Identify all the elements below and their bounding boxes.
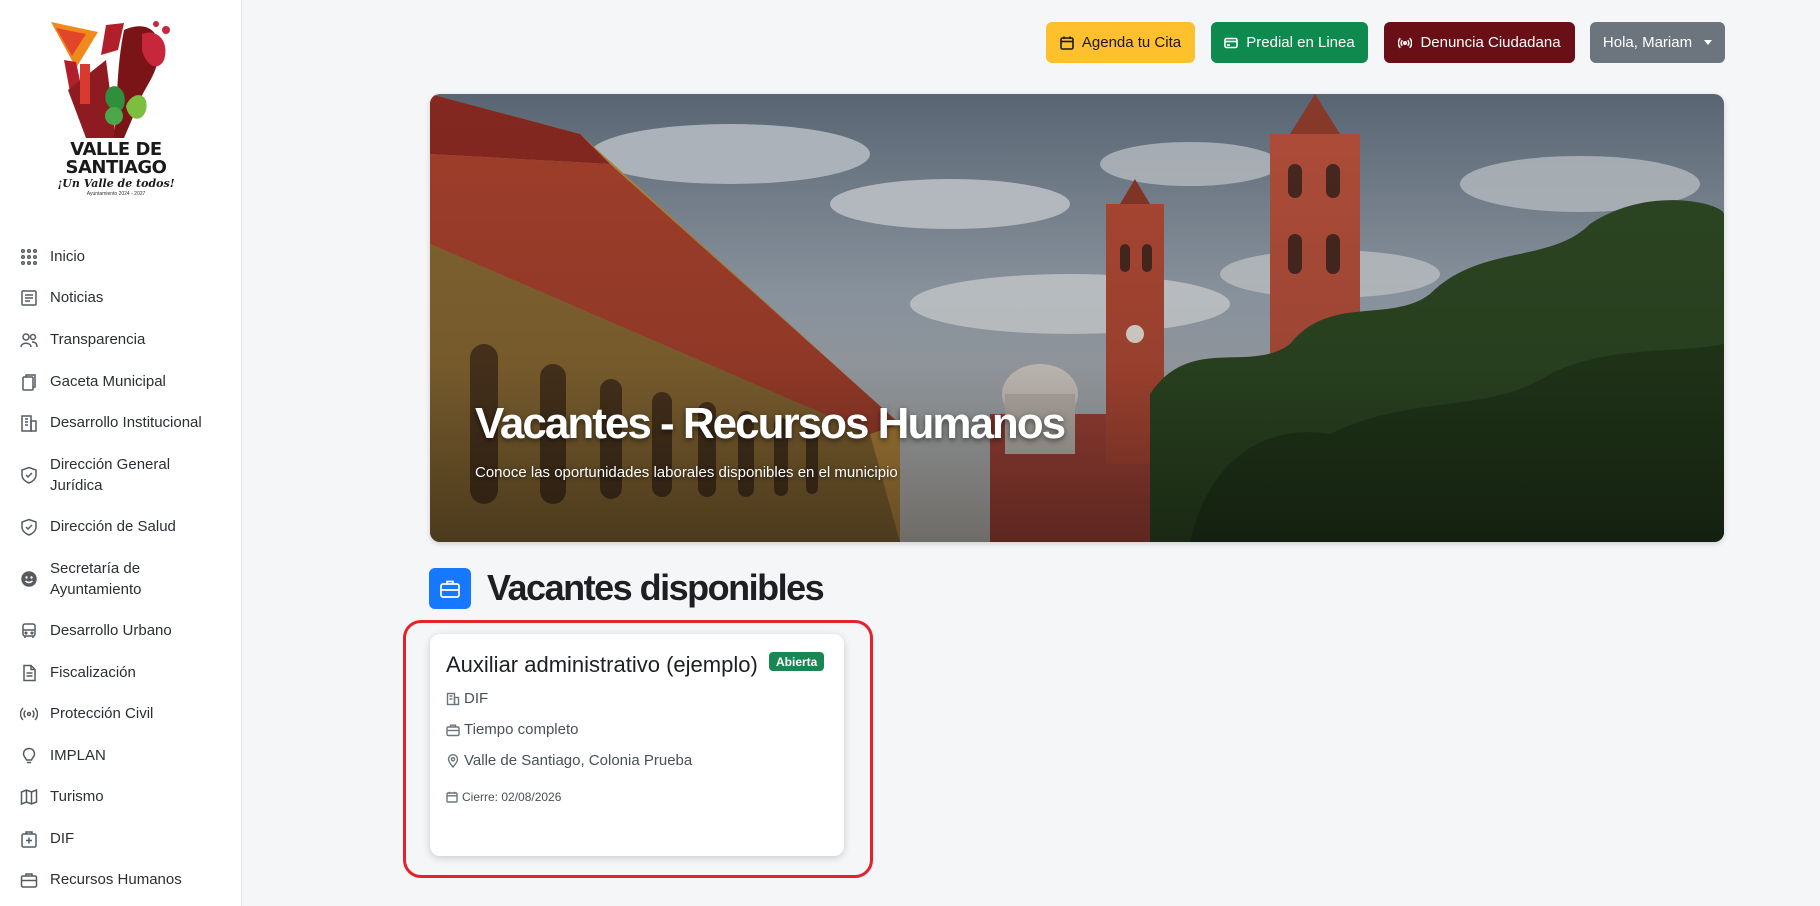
people-icon xyxy=(20,331,38,349)
sidebar-item-label: Fiscalización xyxy=(50,664,136,681)
briefcase-icon xyxy=(429,568,471,609)
building-icon xyxy=(446,692,460,705)
vacancy-closing-date: Cierre: 02/08/2026 xyxy=(446,790,561,804)
broadcast-icon xyxy=(20,705,38,723)
vacancy-department: DIF xyxy=(446,690,488,707)
sidebar-item-inicio[interactable]: Inicio xyxy=(20,246,230,267)
predial-en-linea-button[interactable]: Predial en Linea xyxy=(1211,22,1368,63)
vacancy-schedule: Tiempo completo xyxy=(446,721,579,738)
vacancy-department-text: DIF xyxy=(464,690,489,707)
sidebar-item-label: IMPLAN xyxy=(50,747,106,764)
calendar-icon xyxy=(446,791,458,803)
sidebar-item-implan[interactable]: IMPLAN xyxy=(20,745,230,766)
page-title: Vacantes - Recursos Humanos xyxy=(475,399,1066,448)
shield-check-icon xyxy=(20,518,38,536)
briefcase-icon xyxy=(446,724,460,736)
sidebar-item-fiscalizacion[interactable]: Fiscalización xyxy=(20,662,230,683)
sidebar-item-label: Transparencia xyxy=(50,331,146,348)
sidebar-item-secretaria[interactable]: Secretaría de Ayuntamiento xyxy=(20,558,230,600)
vacancy-location-text: Valle de Santiago, Colonia Prueba xyxy=(464,752,693,769)
vacancy-closing-text: Cierre: 02/08/2026 xyxy=(462,790,562,804)
sidebar-item-label: Dirección de Salud xyxy=(50,518,176,535)
section-title: Vacantes disponibles xyxy=(487,567,825,608)
map-icon xyxy=(20,788,38,806)
credit-card-icon xyxy=(1224,37,1239,48)
sidebar-item-recursos-humanos[interactable]: Recursos Humanos xyxy=(20,869,230,890)
status-badge: Abierta xyxy=(769,652,825,671)
vacancy-card[interactable]: Auxiliar administrativo (ejemplo) Abiert… xyxy=(430,634,844,856)
sidebar-item-transparencia[interactable]: Transparencia xyxy=(20,329,230,350)
grid-icon xyxy=(20,248,38,266)
user-greeting: Hola, Mariam xyxy=(1602,34,1693,51)
hero-banner: Vacantes - Recursos Humanos Conoce las o… xyxy=(430,94,1724,542)
sidebar-item-label: Desarrollo Institucional xyxy=(50,414,202,431)
sidebar-item-desarrollo-institucional[interactable]: Desarrollo Institucional xyxy=(20,412,230,433)
sidebar-item-label: Secretaría de Ayuntamiento xyxy=(50,558,200,600)
sidebar-item-label-text: Secretaría de Ayuntamiento xyxy=(50,560,142,598)
documents-icon xyxy=(20,373,38,391)
sidebar-item-label: Desarrollo Urbano xyxy=(50,622,172,639)
denuncia-ciudadana-button[interactable]: Denuncia Ciudadana xyxy=(1384,22,1575,63)
denuncia-ciudadana-label: Denuncia Ciudadana xyxy=(1420,34,1561,51)
predial-en-linea-label: Predial en Linea xyxy=(1246,34,1355,51)
municipality-logo[interactable]: VALLE DE SANTIAGO ¡Un Valle de todos! Ay… xyxy=(46,20,186,198)
logo-period: Ayuntamiento 2024 - 2027 xyxy=(86,191,146,197)
shield-icon xyxy=(20,466,38,484)
sidebar-item-label: Recursos Humanos xyxy=(50,871,182,888)
sidebar-item-dif[interactable]: DIF xyxy=(20,828,230,849)
sidebar-item-label: Dirección General Jurídica xyxy=(50,454,200,496)
sidebar-item-label: Inicio xyxy=(50,248,86,265)
sidebar-item-gaceta[interactable]: Gaceta Municipal xyxy=(20,371,230,392)
logo-emblem xyxy=(51,21,170,138)
logo-title-line2: SANTIAGO xyxy=(65,157,167,178)
agenda-cita-button[interactable]: Agenda tu Cita xyxy=(1046,22,1195,63)
sidebar: VALLE DE SANTIAGO ¡Un Valle de todos! Ay… xyxy=(0,0,242,906)
lightbulb-icon xyxy=(20,747,38,765)
sidebar-item-juridica[interactable]: Dirección General Jurídica xyxy=(20,454,230,496)
bus-icon xyxy=(20,622,38,640)
logo-tagline: ¡Un Valle de todos! xyxy=(57,177,175,190)
user-menu-button[interactable]: Hola, Mariam xyxy=(1590,22,1725,63)
sidebar-item-label: DIF xyxy=(50,830,75,847)
sidebar-item-label: Turismo xyxy=(50,788,104,805)
sidebar-item-proteccion-civil[interactable]: Protección Civil xyxy=(20,703,230,724)
file-icon xyxy=(20,664,38,682)
sidebar-item-noticias[interactable]: Noticias xyxy=(20,287,230,308)
vacancy-title[interactable]: Auxiliar administrativo (ejemplo) xyxy=(446,652,758,678)
sidebar-item-label: Protección Civil xyxy=(50,705,154,722)
sidebar-item-desarrollo-urbano[interactable]: Desarrollo Urbano xyxy=(20,620,230,641)
emoji-icon xyxy=(20,570,38,588)
agenda-cita-label: Agenda tu Cita xyxy=(1081,34,1182,51)
building-icon xyxy=(20,414,38,432)
calendar-icon xyxy=(1060,36,1074,50)
sidebar-item-label-text: Dirección General Jurídica xyxy=(50,456,171,494)
sidebar-item-label: Gaceta Municipal xyxy=(50,373,166,390)
briefcase-icon xyxy=(20,871,38,889)
sidebar-item-salud[interactable]: Dirección de Salud xyxy=(20,516,230,537)
page-subtitle: Conoce las oportunidades laborales dispo… xyxy=(475,464,898,481)
location-pin-icon xyxy=(447,753,459,768)
newspaper-icon xyxy=(20,289,38,307)
sidebar-item-label: Noticias xyxy=(50,289,104,306)
chevron-down-icon xyxy=(1704,40,1713,45)
sidebar-item-turismo[interactable]: Turismo xyxy=(20,786,230,807)
hospital-icon xyxy=(20,830,38,848)
vacancy-schedule-text: Tiempo completo xyxy=(464,721,579,738)
broadcast-icon xyxy=(1398,37,1413,48)
vacancy-location: Valle de Santiago, Colonia Prueba xyxy=(446,752,692,769)
